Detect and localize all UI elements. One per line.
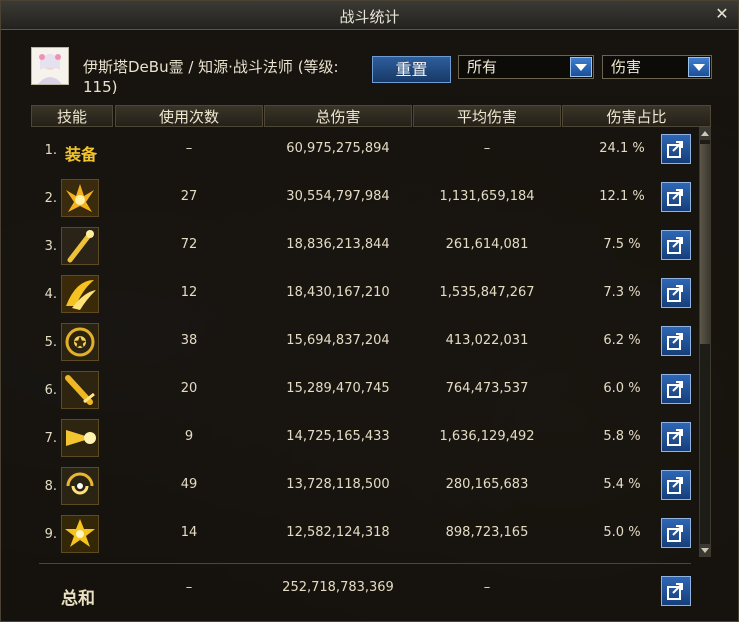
uses-value: 72: [180, 237, 198, 252]
grand-total-damage-value: 252,718,783,369: [282, 580, 394, 595]
average-damage-value: 1,535,847,267: [439, 285, 535, 300]
column-header-skill[interactable]: 技能: [31, 105, 113, 127]
column-header-total-damage[interactable]: 总伤害: [264, 105, 412, 127]
total-damage-value: 15,289,470,745: [286, 381, 390, 396]
uses-value: 49: [180, 477, 198, 492]
uses-value: 12: [180, 285, 198, 300]
share-icon[interactable]: [661, 576, 691, 606]
battle-stats-window: 战斗统计 ✕ 伊斯塔DeBu霊 / 知源·战斗法师 (等级: 115) 重置 所…: [0, 0, 739, 622]
average-damage-value: 1,131,659,184: [439, 189, 535, 204]
table-row[interactable]: 8. 49 13,728,118,500 280,165,683 5.4 %: [31, 465, 693, 513]
table-scrollbar[interactable]: [699, 127, 711, 557]
share-icon[interactable]: [661, 422, 691, 452]
total-damage-value: 18,430,167,210: [286, 285, 390, 300]
total-damage-value: 30,554,797,984: [286, 189, 390, 204]
total-row: 总和 – 252,718,783,369 –: [31, 568, 693, 616]
total-average-value: –: [483, 580, 491, 595]
staff-swing-skill-icon: [61, 371, 99, 409]
vortex-skill-icon: [61, 467, 99, 505]
row-rank: 2.: [44, 191, 57, 206]
table-row[interactable]: 2. 27 30,554,797,984 1,131,659,184 12.1 …: [31, 177, 693, 225]
character-avatar: [31, 47, 69, 85]
orb-ring-skill-icon: [61, 323, 99, 361]
row-rank: 5.: [44, 335, 57, 350]
share-icon[interactable]: [661, 230, 691, 260]
column-header-uses[interactable]: 使用次数: [115, 105, 263, 127]
average-damage-value: 1,636,129,492: [439, 429, 535, 444]
filter-dropdown[interactable]: 所有: [458, 55, 594, 79]
total-damage-value: 13,728,118,500: [286, 477, 390, 492]
total-label: 总和: [61, 589, 95, 609]
total-uses-value: –: [185, 580, 193, 595]
metric-dropdown[interactable]: 伤害: [602, 55, 712, 79]
total-damage-value: 60,975,275,894: [286, 141, 390, 156]
total-damage-value: 12,582,124,318: [286, 525, 390, 540]
equipment-label: 装备: [65, 145, 98, 164]
row-rank: 4.: [44, 287, 57, 302]
table-row[interactable]: 6. 20 15,289,470,745 764,473,537 6.0 %: [31, 369, 693, 417]
row-rank: 6.: [44, 383, 57, 398]
staff-strike-skill-icon: [61, 227, 99, 265]
flame-burst-skill-icon: [61, 179, 99, 217]
row-rank: 7.: [44, 431, 57, 446]
light-burst-skill-icon: [61, 419, 99, 457]
share-icon[interactable]: [661, 518, 691, 548]
average-damage-value: –: [483, 141, 491, 156]
share-icon[interactable]: [661, 182, 691, 212]
row-rank: 1.: [44, 143, 57, 158]
table-row[interactable]: 1. 装备 – 60,975,275,894 – 24.1 %: [31, 129, 693, 177]
average-damage-value: 280,165,683: [445, 477, 529, 492]
table-row[interactable]: 3. 72 18,836,213,844 261,614,081 7.5 %: [31, 225, 693, 273]
uses-value: 27: [180, 189, 198, 204]
uses-value: –: [185, 141, 193, 156]
scrollbar-thumb[interactable]: [700, 144, 710, 344]
table-row[interactable]: 9. 14 12,582,124,318 898,723,165 5.0 %: [31, 513, 693, 561]
scroll-down-icon[interactable]: [700, 544, 710, 556]
filter-dropdown-value: 所有: [467, 58, 498, 76]
row-rank: 3.: [44, 239, 57, 254]
total-damage-value: 14,725,165,433: [286, 429, 390, 444]
table-header: 技能 使用次数 总伤害 平均伤害 伤害占比: [31, 105, 711, 127]
share-icon[interactable]: [661, 374, 691, 404]
row-rank: 8.: [44, 479, 57, 494]
uses-value: 38: [180, 333, 198, 348]
table-row[interactable]: 4. 12 18,430,167,210 1,535,847,267 7.3 %: [31, 273, 693, 321]
column-header-average-damage[interactable]: 平均伤害: [413, 105, 561, 127]
scroll-up-icon[interactable]: [700, 128, 710, 140]
average-damage-value: 898,723,165: [445, 525, 529, 540]
average-damage-value: 261,614,081: [445, 237, 529, 252]
star-explosion-skill-icon: [61, 515, 99, 553]
total-divider: [39, 563, 691, 564]
uses-value: 20: [180, 381, 198, 396]
title-bar[interactable]: 战斗统计 ✕: [1, 1, 738, 30]
uses-value: 14: [180, 525, 198, 540]
chevron-down-icon[interactable]: [570, 57, 592, 77]
character-name-label: 伊斯塔DeBu霊 / 知源·战斗法师 (等级: 115): [83, 58, 339, 96]
share-icon[interactable]: [661, 278, 691, 308]
wing-slash-skill-icon: [61, 275, 99, 313]
total-damage-value: 18,836,213,844: [286, 237, 390, 252]
table-row[interactable]: 5. 38 15,694,837,204 413,022,031 6.2 %: [31, 321, 693, 369]
total-damage-value: 15,694,837,204: [286, 333, 390, 348]
share-icon[interactable]: [661, 326, 691, 356]
uses-value: 9: [184, 429, 194, 444]
average-damage-value: 764,473,537: [445, 381, 529, 396]
row-rank: 9.: [44, 527, 57, 542]
close-icon[interactable]: ✕: [712, 4, 732, 24]
average-damage-value: 413,022,031: [445, 333, 529, 348]
table-row[interactable]: 7. 9 14,725,165,433 1,636,129,492 5.8 %: [31, 417, 693, 465]
reset-button[interactable]: 重置: [372, 56, 451, 83]
share-icon[interactable]: [661, 134, 691, 164]
window-title: 战斗统计: [339, 8, 400, 26]
metric-dropdown-value: 伤害: [611, 58, 642, 76]
chevron-down-icon[interactable]: [688, 57, 710, 77]
column-header-damage-share[interactable]: 伤害占比: [562, 105, 711, 127]
share-icon[interactable]: [661, 470, 691, 500]
